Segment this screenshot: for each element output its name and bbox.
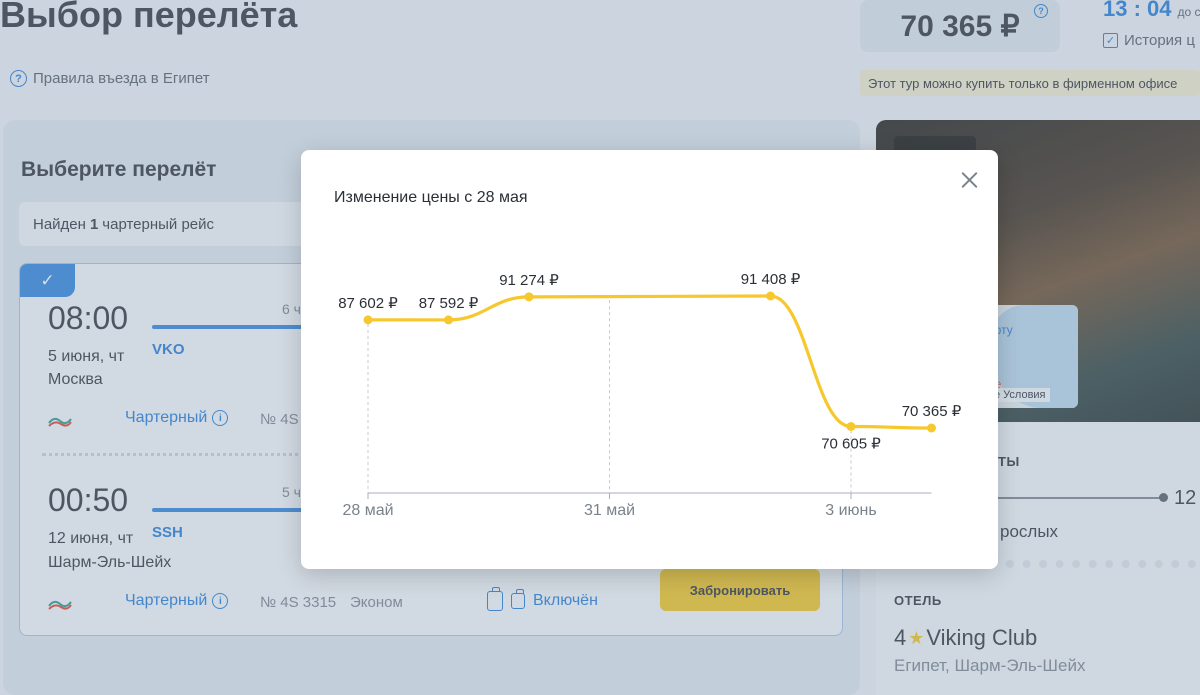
data-label: 70 605 ₽ xyxy=(821,435,881,452)
price-history-modal: Изменение цены с 28 мая 28 май 31 май 3 ию… xyxy=(301,150,998,569)
x-tick-label: 31 май xyxy=(584,502,635,519)
data-label: 70 365 ₽ xyxy=(902,403,962,420)
data-label: 87 602 ₽ xyxy=(338,295,398,312)
data-label: 91 408 ₽ xyxy=(741,271,801,288)
data-point xyxy=(444,315,453,325)
data-point xyxy=(927,423,936,433)
x-tick-label: 3 июнь xyxy=(825,502,876,519)
price-line xyxy=(366,294,934,430)
data-label: 87 592 ₽ xyxy=(419,295,479,312)
data-label: 91 274 ₽ xyxy=(499,272,559,289)
data-point xyxy=(363,315,373,325)
x-tick-label: 28 май xyxy=(342,502,393,519)
price-chart: 28 май 31 май 3 июнь 87 602 ₽ 87 592 ₽ 91 274… xyxy=(338,271,962,519)
data-point xyxy=(766,291,775,301)
data-point xyxy=(524,292,534,302)
data-point xyxy=(846,421,856,431)
